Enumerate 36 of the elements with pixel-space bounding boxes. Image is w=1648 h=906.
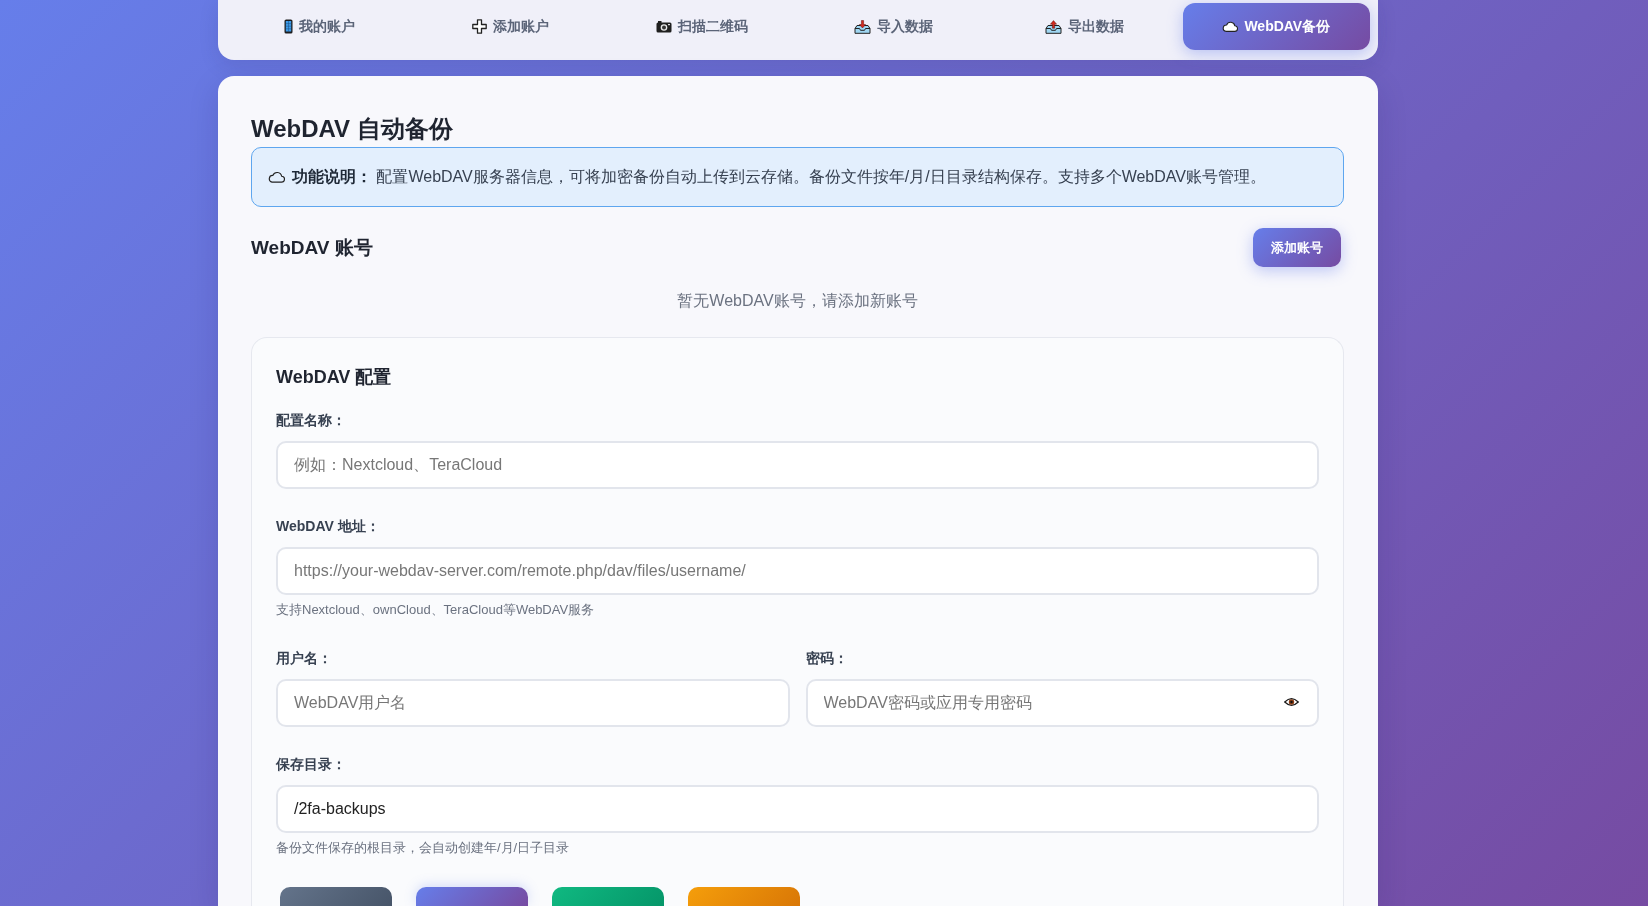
nav-tab[interactable]: 我的账户 <box>226 3 414 50</box>
input-field[interactable]: WebDAV用户名 <box>276 679 790 727</box>
action-button[interactable] <box>552 887 664 906</box>
password-field[interactable]: WebDAV密码或应用专用密码 <box>805 679 1319 727</box>
add-account-button[interactable]: 添加账号 <box>1253 228 1341 267</box>
field-label: 密码： <box>805 649 849 668</box>
action-button[interactable] <box>688 887 800 906</box>
tray-download-icon <box>854 19 872 34</box>
nav-tab[interactable]: 导入数据 <box>800 3 988 50</box>
nav-tab[interactable]: 添加账户 <box>417 3 605 50</box>
field-label: 保存目录： <box>276 755 347 774</box>
action-button[interactable] <box>280 887 392 906</box>
info-text: 功能说明： 配置WebDAV服务器信息，可将加密备份自动上传到云存储。备份文件按年/月/日目录结构保存。支持多个WebDAV账号管理。 <box>292 167 1266 187</box>
nav-tab[interactable]: 扫描二维码 <box>608 3 796 50</box>
input-field[interactable]: /2fa-backups <box>276 785 1319 833</box>
nav-tab[interactable]: 导出数据 <box>991 3 1179 50</box>
field-hint: 支持Nextcloud、ownCloud、TeraCloud等WebDAV服务 <box>276 602 596 618</box>
input-field[interactable]: https://your-webdav-server.com/remote.php/dav/files/username/ <box>276 547 1319 595</box>
field-label: 配置名称： <box>276 411 347 430</box>
page-title: WebDAV 自动备份 <box>251 114 454 144</box>
eye-icon[interactable] <box>1284 697 1299 707</box>
nav-tab[interactable]: WebDAV备份 <box>1182 3 1370 50</box>
action-button[interactable] <box>416 887 528 906</box>
section-title: WebDAV 账号 <box>251 235 373 260</box>
field-label: WebDAV 地址： <box>276 517 381 536</box>
cloud-icon <box>268 171 285 183</box>
phone-icon <box>284 19 294 34</box>
input-field[interactable]: 例如：Nextcloud、TeraCloud <box>276 441 1319 489</box>
section-title: WebDAV 配置 <box>276 366 393 389</box>
plus-icon <box>472 19 488 34</box>
cloud-icon <box>1222 21 1239 32</box>
camera-icon <box>656 20 673 33</box>
field-label: 用户名： <box>276 649 333 668</box>
tray-upload-icon <box>1045 19 1063 34</box>
empty-state-text: 暂无WebDAV账号，请添加新账号 <box>676 291 919 311</box>
field-hint: 备份文件保存的根目录，会自动创建年/月/日子目录 <box>276 840 571 856</box>
